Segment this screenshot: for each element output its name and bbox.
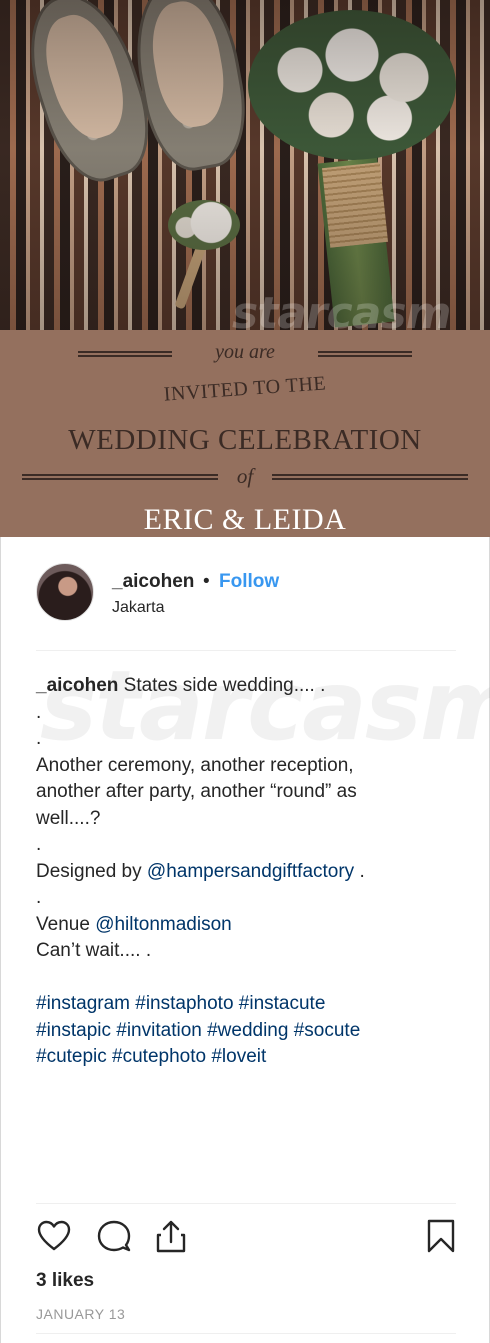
caption-text: Designed by — [36, 860, 142, 882]
caption-text: . — [359, 860, 365, 882]
follow-button[interactable]: Follow — [219, 571, 279, 593]
caption-username[interactable]: _aicohen — [36, 675, 118, 696]
invite-you-are: you are — [215, 341, 275, 363]
post-location[interactable]: Jakarta — [112, 599, 164, 617]
wedding-photo — [0, 0, 490, 330]
mention-link[interactable]: @hampersandgiftfactory — [147, 861, 354, 882]
caption-line: _aicohen States side wedding.... . — [36, 673, 456, 700]
caption-text: States side wedding.... . — [123, 675, 326, 696]
caption-line: . — [36, 701, 42, 723]
heart-icon[interactable] — [36, 1218, 72, 1254]
post-username[interactable]: _aicohen — [112, 571, 194, 593]
divider — [36, 1203, 456, 1204]
bookmark-icon[interactable] — [423, 1218, 459, 1254]
caption-line: another after party, another “round” as — [36, 781, 357, 802]
mention-link[interactable]: @hiltonmadison — [95, 914, 232, 935]
caption-line: . — [36, 887, 42, 908]
hashtag-line[interactable]: #cutepic #cutephoto #loveit — [36, 1044, 456, 1071]
watermark-logo: starcasm — [232, 288, 451, 339]
invitation-image: you are INVITED TO THE WEDDING CELEBRATI… — [0, 0, 490, 537]
caption-line: Can’t wait.... . — [36, 940, 152, 961]
post-caption: _aicohen States side wedding.... . . . A… — [36, 673, 456, 1071]
share-icon[interactable] — [153, 1218, 189, 1254]
invite-wedding-celebration: WEDDING CELEBRATION — [68, 424, 422, 456]
divider — [36, 1333, 456, 1334]
caption-line: well....? — [36, 807, 101, 829]
invite-of: of — [236, 464, 254, 488]
likes-count[interactable]: 3 likes — [36, 1270, 94, 1292]
invite-names: ERIC & LEIDA — [143, 503, 347, 536]
caption-line: . — [36, 834, 42, 855]
caption-line: Designed by @hampersandgiftfactory . — [36, 859, 456, 886]
avatar[interactable] — [36, 563, 94, 621]
hashtag-line[interactable]: #instapic #invitation #wedding #socute — [36, 1018, 456, 1045]
hashtag-line[interactable]: #instagram #instaphoto #instacute — [36, 991, 456, 1018]
caption-line: Another ceremony, another reception, — [36, 754, 354, 776]
caption-text: Venue — [36, 913, 90, 935]
divider — [36, 650, 456, 651]
caption-line — [36, 965, 456, 992]
caption-line: . — [36, 728, 42, 749]
post-date: JANUARY 13 — [36, 1306, 126, 1322]
caption-line: Venue @hiltonmadison — [36, 912, 456, 939]
comment-icon[interactable] — [96, 1218, 132, 1254]
separator-dot: • — [203, 571, 210, 592]
